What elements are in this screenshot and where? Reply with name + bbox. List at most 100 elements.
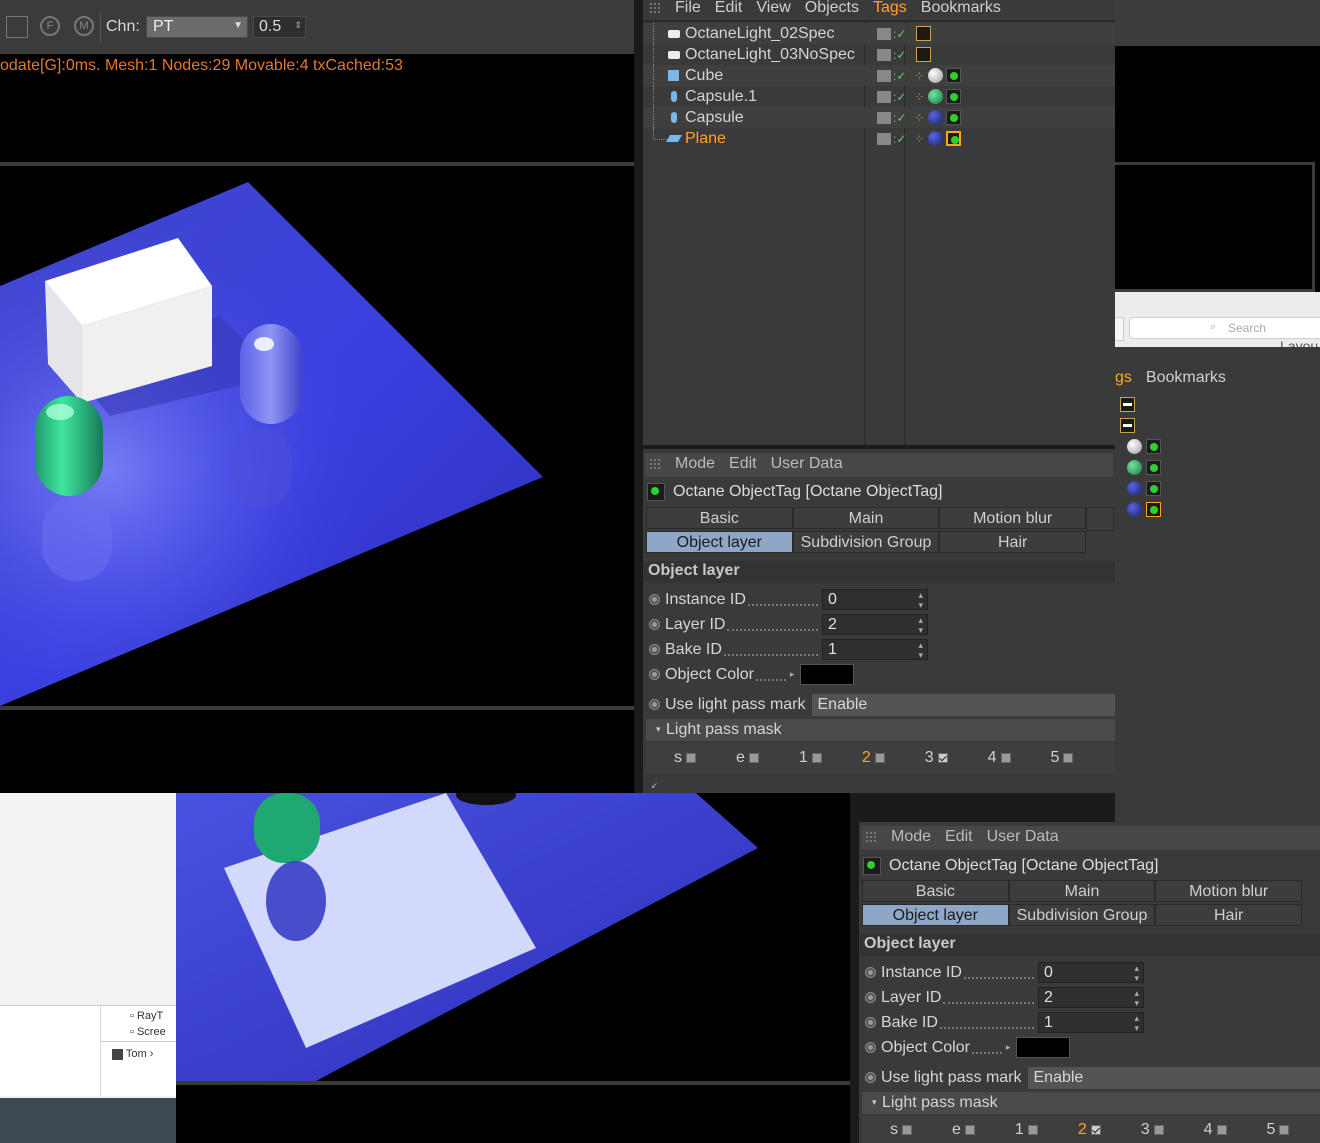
menu-objects[interactable]: Objects — [805, 0, 859, 17]
object-row[interactable]: OctaneLight_02Spec :✓ — [643, 23, 1115, 44]
checkbox[interactable] — [1063, 753, 1074, 763]
layer-id-input[interactable]: 2 ▴ ▾ — [1038, 987, 1144, 1008]
expand-arrow-icon[interactable]: ▸ — [1006, 1042, 1011, 1053]
checkbox[interactable] — [811, 753, 822, 763]
animate-radio-icon[interactable] — [649, 594, 660, 605]
help-icon[interactable]: ↙ — [651, 781, 675, 793]
mask-2[interactable]: 2 — [1078, 1121, 1101, 1139]
toolbar-square-button[interactable] — [6, 16, 28, 38]
mask-e[interactable]: e — [952, 1121, 975, 1139]
tab-main[interactable]: Main — [1008, 880, 1156, 902]
bake-id-input[interactable]: 1 ▴ ▾ — [1038, 1012, 1144, 1033]
light-tag-icon[interactable] — [916, 26, 932, 41]
menu-tags-partial[interactable]: gs — [1115, 369, 1132, 387]
finder-item[interactable]: ▫ Scree — [130, 1026, 166, 1038]
checkbox[interactable] — [1153, 1124, 1164, 1135]
light-pass-dropdown[interactable]: Enable — [1027, 1066, 1320, 1089]
animate-radio-icon[interactable] — [865, 992, 876, 1003]
visibility-check-icon[interactable]: :✓ — [893, 27, 906, 41]
phong-tag-icon[interactable]: ⁘ — [914, 90, 924, 104]
menu-mode[interactable]: Mode — [891, 828, 931, 846]
stepper-arrows-icon[interactable]: ▴ ▾ — [1134, 1013, 1139, 1033]
menu-edit[interactable]: Edit — [945, 828, 973, 846]
value-stepper[interactable]: 0.5 ⇕ — [253, 16, 306, 38]
material-white-icon[interactable] — [1127, 439, 1142, 454]
panel-grip-icon[interactable] — [649, 458, 661, 470]
material-blue-icon[interactable] — [928, 110, 944, 125]
menu-edit[interactable]: Edit — [729, 455, 757, 473]
checkbox-checked[interactable] — [937, 753, 948, 763]
mask-3[interactable]: 3 — [925, 749, 948, 767]
mask-2[interactable]: 2 — [862, 749, 885, 767]
checkbox[interactable] — [1216, 1124, 1227, 1135]
mask-4[interactable]: 4 — [1204, 1121, 1227, 1139]
object-color-swatch[interactable] — [800, 664, 855, 685]
object-row[interactable]: Capsule :✓ ⁘ — [643, 107, 1115, 128]
visibility-check-icon[interactable]: :✓ — [893, 90, 906, 104]
animate-radio-icon[interactable] — [649, 699, 660, 710]
stepper-arrows-icon[interactable]: ▴ ▾ — [918, 590, 923, 610]
checkbox[interactable] — [1279, 1124, 1290, 1135]
animate-radio-icon[interactable] — [649, 619, 660, 630]
render-canvas[interactable] — [0, 166, 634, 706]
material-blue-icon[interactable] — [1127, 502, 1142, 517]
layer-toggle-icon[interactable] — [877, 48, 891, 61]
object-color-swatch[interactable] — [1016, 1037, 1071, 1058]
stepper-arrows-icon[interactable]: ▴ ▾ — [1134, 963, 1139, 983]
octane-tag-icon[interactable] — [1146, 460, 1162, 475]
layer-toggle-icon[interactable] — [877, 111, 891, 124]
visibility-check-icon[interactable]: :✓ — [893, 69, 906, 83]
menu-tags[interactable]: Tags — [873, 0, 907, 17]
mask-3[interactable]: 3 — [1141, 1121, 1164, 1139]
tab-object-layer[interactable]: Object layer — [862, 904, 1009, 926]
animate-radio-icon[interactable] — [865, 1072, 876, 1083]
checkbox[interactable] — [874, 753, 885, 763]
octane-tag-icon[interactable] — [1146, 481, 1162, 496]
channel-select[interactable]: PT ▼ — [146, 16, 248, 38]
light-pass-mask-header[interactable]: ▾ Light pass mask — [646, 719, 1115, 741]
layer-toggle-icon[interactable] — [877, 132, 891, 145]
phong-tag-icon[interactable]: ⁘ — [914, 111, 924, 125]
animate-radio-icon[interactable] — [649, 669, 660, 680]
menu-bookmarks[interactable]: Bookmarks — [921, 0, 1001, 17]
mask-s[interactable]: s — [890, 1121, 912, 1139]
material-white-icon[interactable] — [928, 68, 944, 83]
animate-radio-icon[interactable] — [649, 644, 660, 655]
animate-radio-icon[interactable] — [865, 967, 876, 978]
bake-id-input[interactable]: 1 ▴ ▾ — [822, 639, 928, 660]
octane-tag-icon[interactable] — [1146, 439, 1162, 454]
visibility-check-icon[interactable]: :✓ — [893, 48, 906, 62]
stepper-arrows-icon[interactable]: ▴ ▾ — [918, 640, 923, 660]
object-row[interactable]: OctaneLight_03NoSpec :✓ — [643, 44, 1115, 65]
material-green-icon[interactable] — [1127, 460, 1142, 475]
tab-hair[interactable]: Hair — [1155, 904, 1303, 926]
layer-toggle-icon[interactable] — [877, 69, 891, 82]
panel-grip-icon[interactable] — [865, 831, 877, 843]
octane-tag-icon[interactable] — [946, 110, 962, 125]
object-row[interactable]: Capsule.1 :✓ ⁘ — [643, 86, 1115, 107]
menu-user-data[interactable]: User Data — [987, 828, 1059, 846]
menu-user-data[interactable]: User Data — [771, 455, 843, 473]
instance-id-input[interactable]: 0 ▴ ▾ — [822, 589, 928, 610]
tab-main[interactable]: Main — [792, 507, 940, 529]
menu-view[interactable]: View — [756, 0, 790, 17]
tab-hair[interactable]: Hair — [939, 531, 1087, 553]
finder-item[interactable]: ▫ RayT — [130, 1010, 163, 1022]
focus-icon[interactable]: F — [40, 16, 60, 36]
material-green-icon[interactable] — [928, 89, 944, 104]
checkbox[interactable] — [748, 753, 759, 763]
checkbox[interactable] — [686, 753, 696, 763]
object-row-selected[interactable]: Plane :✓ ⁘ — [643, 127, 1115, 149]
checkbox[interactable] — [902, 1124, 912, 1135]
marker-icon[interactable]: M — [74, 16, 94, 36]
tab-subdivision-group[interactable]: Subdivision Group — [792, 531, 940, 553]
mask-1[interactable]: 1 — [799, 749, 822, 767]
menu-mode[interactable]: Mode — [675, 455, 715, 473]
instance-id-input[interactable]: 0 ▴ ▾ — [1038, 962, 1144, 983]
mask-1[interactable]: 1 — [1015, 1121, 1038, 1139]
octane-tag-icon-selected[interactable] — [946, 131, 962, 146]
render-canvas-2[interactable] — [176, 793, 850, 1081]
mask-e[interactable]: e — [736, 749, 759, 767]
menu-edit[interactable]: Edit — [715, 0, 743, 17]
phong-tag-icon[interactable]: ⁘ — [914, 132, 924, 146]
